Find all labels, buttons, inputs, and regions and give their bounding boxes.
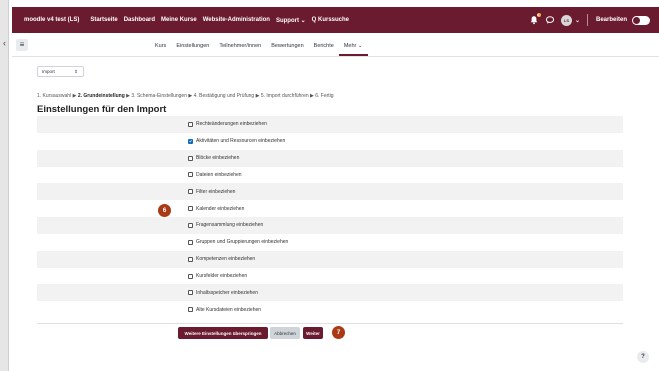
option-row: Gruppen und Gruppierungen einbeziehen (37, 233, 623, 251)
option-row: Inhaltsspeicher einbeziehen (37, 284, 623, 302)
nav-link-startseite[interactable]: Startseite (90, 17, 117, 23)
secondary-navigation: Kurs Einstellungen Teilnehmer/innen Bewe… (150, 40, 368, 56)
option-label[interactable]: Kalender einbeziehen (196, 206, 244, 212)
tab-teilnehmer[interactable]: Teilnehmer/innen (214, 40, 266, 56)
nav-link-website-administration[interactable]: Website-Administration (203, 17, 270, 23)
checkbox-checked[interactable] (188, 138, 193, 144)
option-row: Filter einbeziehen (37, 183, 623, 201)
progress-remaining-steps: ▶ 3. Schema-Einstellungen ▶ 4. Bestätigu… (124, 93, 334, 99)
site-name[interactable]: moodle v4 test (LS) (24, 17, 79, 23)
navbar-user-area: 0 LS ⌄ Bearbeiten (529, 13, 650, 26)
option-label[interactable]: Alte Kursdateien einbeziehen (196, 307, 261, 313)
skip-settings-button[interactable]: Weitere Einstellungen überspringen (178, 327, 268, 339)
option-label[interactable]: Blöcke einbeziehen (196, 155, 239, 161)
checkbox[interactable] (188, 206, 193, 212)
option-label[interactable]: Dateien einbeziehen (196, 172, 242, 178)
tab-kurs[interactable]: Kurs (150, 40, 171, 56)
checkmark-icon (189, 140, 192, 143)
tab-mehr[interactable]: Mehr ⌄ (338, 40, 368, 56)
progress-step-1: 1. Kursauswahl ▶ (37, 93, 78, 99)
option-label[interactable]: Kompetenzen einbeziehen (196, 256, 255, 262)
progress-current-step: 2. Grundeinstellung (77, 93, 125, 99)
import-select-value: Import (42, 69, 55, 74)
step-marker-buttons: 7 (332, 326, 345, 339)
option-label[interactable]: Inhaltsspeicher einbeziehen (196, 290, 258, 296)
window-top-strip (0, 0, 659, 7)
user-menu-chevron-icon[interactable]: ⌄ (575, 17, 580, 24)
option-row: Aktivitäten und Ressourcen einbeziehen (37, 132, 623, 150)
top-navbar: moodle v4 test (LS) Startseite Dashboard… (12, 7, 659, 33)
step-marker-options: 6 (158, 204, 171, 217)
option-row: Dateien einbeziehen (37, 166, 623, 184)
collapse-arrow-icon[interactable]: ‹ (0, 38, 9, 48)
select-chevron-icon: ⇕ (74, 69, 78, 74)
course-index-drawer-icon[interactable]: ≡ (16, 39, 28, 51)
user-avatar[interactable]: LS (560, 14, 572, 26)
option-row: Rechteänderungen einbeziehen (37, 116, 623, 133)
help-icon[interactable]: ? (637, 351, 649, 363)
nav-link-dashboard[interactable]: Dashboard (124, 17, 155, 23)
checkbox[interactable] (188, 290, 193, 296)
checkbox[interactable] (188, 155, 193, 161)
option-row: Blöcke einbeziehen (37, 149, 623, 167)
secondary-nav-divider (12, 56, 659, 57)
nav-link-kurssuche[interactable]: Q Kurssuche (312, 17, 349, 23)
import-options-list: Rechteänderungen einbeziehen Aktivitäten … (37, 116, 623, 319)
checkbox[interactable] (188, 307, 193, 313)
form-footer-divider (37, 323, 623, 324)
option-label[interactable]: Fragensammlung einbeziehen (196, 222, 263, 228)
import-progress-breadcrumb: 1. Kursauswahl ▶ 2. Grundeinstellung ▶ 3… (37, 93, 334, 99)
toggle-knob (633, 16, 640, 24)
option-row: Kompetenzen einbeziehen (37, 250, 623, 268)
checkbox[interactable] (188, 222, 193, 228)
notification-count-badge: 0 (536, 13, 541, 17)
messages-icon[interactable] (545, 15, 555, 25)
option-row: Kalender einbeziehen (37, 200, 623, 218)
navbar-divider (586, 14, 588, 26)
next-button[interactable]: Weiter (303, 327, 323, 339)
option-label[interactable]: Kursfelder einbeziehen (196, 273, 247, 279)
tab-einstellungen[interactable]: Einstellungen (171, 40, 214, 56)
option-label[interactable]: Gruppen und Gruppierungen einbeziehen (196, 239, 288, 245)
left-window-strip (0, 0, 9, 371)
checkbox[interactable] (188, 256, 193, 262)
option-row: Kursfelder einbeziehen (37, 267, 623, 285)
checkbox[interactable] (188, 239, 193, 245)
checkbox[interactable] (188, 121, 193, 127)
option-label[interactable]: Rechteänderungen einbeziehen (196, 121, 267, 127)
nav-link-meine-kurse[interactable]: Meine Kurse (161, 17, 197, 23)
checkbox[interactable] (188, 189, 193, 195)
option-row: Alte Kursdateien einbeziehen (37, 301, 623, 319)
option-label[interactable]: Aktivitäten und Ressourcen einbeziehen (196, 138, 285, 144)
edit-mode-toggle[interactable] (632, 15, 650, 25)
cancel-button[interactable]: Abbrechen (270, 327, 300, 339)
nav-link-support[interactable]: Support ⌄ (276, 17, 306, 24)
checkbox[interactable] (188, 172, 193, 178)
checkbox[interactable] (188, 273, 193, 279)
import-action-select[interactable]: Import ⇕ (37, 66, 84, 77)
option-row: Fragensammlung einbeziehen (37, 217, 623, 234)
tab-bewertungen[interactable]: Bewertungen (266, 40, 308, 56)
edit-mode-label: Bearbeiten (595, 17, 627, 23)
notification-bell-icon[interactable]: 0 (529, 13, 541, 25)
page-title: Einstellungen für den Import (37, 104, 167, 115)
option-label[interactable]: Filter einbeziehen (196, 189, 235, 195)
tab-berichte[interactable]: Berichte (309, 40, 339, 56)
